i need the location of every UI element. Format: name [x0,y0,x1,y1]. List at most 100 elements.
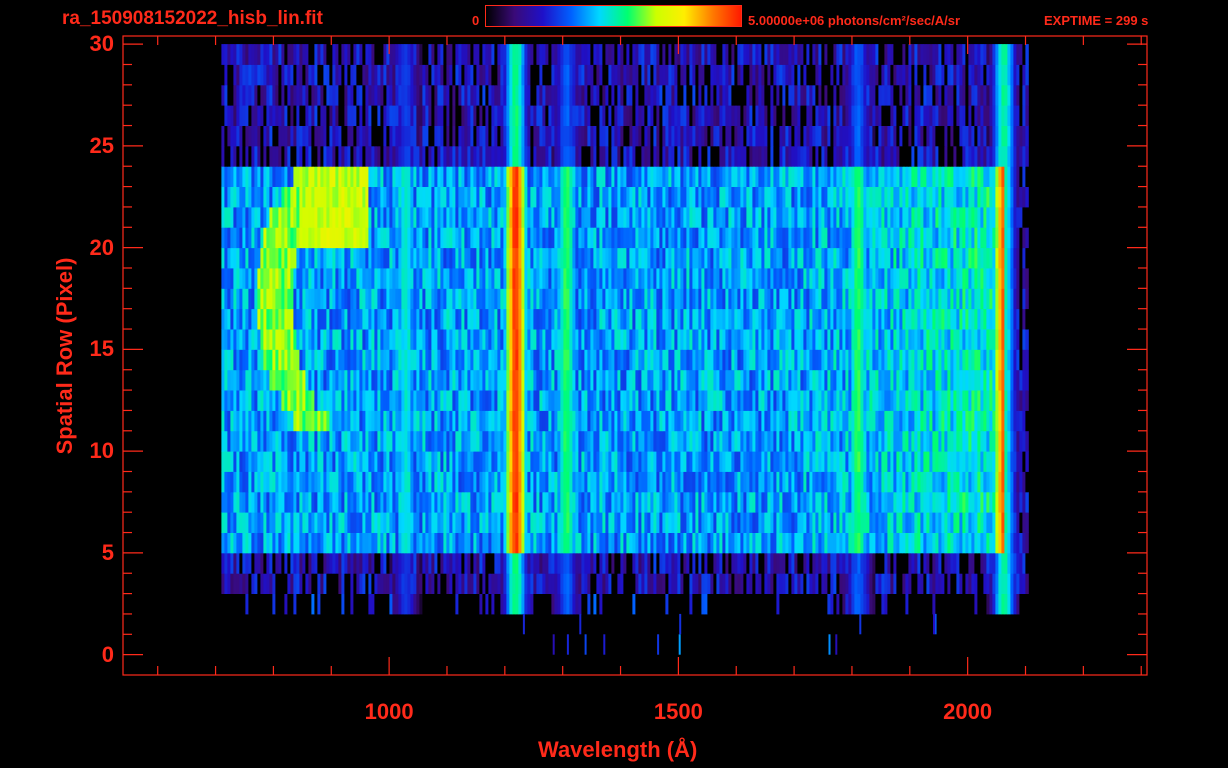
heatmap-cell [476,227,480,249]
heatmap-cell [641,227,645,249]
heatmap-cell [725,593,729,615]
heatmap-cell [695,430,699,452]
heatmap-cell [911,430,915,452]
heatmap-cell [338,308,342,330]
heatmap-cell [575,349,579,371]
heatmap-cell [875,349,879,371]
heatmap-cell [524,491,528,513]
heatmap-cell [932,247,936,269]
heatmap-cell [731,390,735,411]
heatmap-cell [380,512,384,533]
heatmap-cell [827,268,831,289]
heatmap-cell [299,329,303,350]
heatmap-cell [632,593,636,615]
heatmap-cell [833,369,837,391]
heatmap-cell [530,369,534,391]
heatmap-cell [500,410,504,432]
heatmap-cell [650,593,654,615]
heatmap-cell [848,512,852,533]
heatmap-cell [425,369,429,391]
heatmap-cell [650,390,654,411]
heatmap-cell [794,471,798,493]
heatmap-cell [911,410,915,432]
heatmap-cell [248,227,252,249]
heatmap-cell [974,369,978,391]
heatmap-cell [653,573,657,594]
heatmap-cell [668,268,672,289]
heatmap-cell [872,349,876,371]
heatmap-cell [284,227,288,249]
heatmap-cell [356,268,360,289]
heatmap-cell [893,247,897,269]
heatmap-cell [305,227,309,249]
heatmap-cell [353,451,357,472]
heatmap-cell [926,308,930,330]
heatmap-cell [230,410,234,432]
heatmap-cell [272,227,276,249]
heatmap-cell [860,349,864,371]
heatmap-cell [887,247,891,269]
heatmap-cell [419,593,423,615]
heatmap-cell [1025,552,1029,574]
heatmap-cell [770,247,774,269]
heatmap-cell [383,410,387,432]
heatmap-cell [782,308,786,330]
heatmap-cell [758,552,762,574]
heatmap-cell [899,532,903,554]
heatmap-cell [635,471,639,493]
heatmap-cell [956,349,960,371]
heatmap-cell [422,410,426,432]
heatmap-cell [860,390,864,411]
heatmap-cell [461,247,465,269]
heatmap-cell [413,329,417,350]
heatmap-cell [926,288,930,310]
heatmap-cell [869,593,873,615]
heatmap-cell [377,288,381,310]
heatmap-cell [503,369,507,391]
heatmap-cell [815,532,819,554]
heatmap-cell [350,451,354,472]
heatmap-cell [920,451,924,472]
heatmap-cell [506,329,510,350]
heatmap-cell [992,451,996,472]
heatmap-cell [443,532,447,554]
heatmap-cell [551,532,555,554]
heatmap-cell [659,593,663,615]
heatmap-cell [587,593,591,615]
heatmap-cell [596,329,600,350]
heatmap-cell [947,308,951,330]
heatmap-cell [1019,471,1023,493]
heatmap-cell [281,308,285,330]
heatmap-cell [737,410,741,432]
heatmap-cell [641,593,645,615]
heatmap-cell [305,451,309,472]
heatmap-cell [434,227,438,249]
heatmap-cell [1001,247,1005,269]
heatmap-cell [716,593,720,615]
heatmap-cell [488,369,492,391]
heatmap-cell [533,349,537,371]
heatmap-cell [692,268,696,289]
heatmap-cell [689,369,693,391]
heatmap-cell [812,451,816,472]
heatmap-cell [224,573,228,594]
heatmap-cell [965,491,969,513]
heatmap-cell [221,329,225,350]
heatmap-cell [797,329,801,350]
heatmap-cell [992,512,996,533]
heatmap-cell [941,593,945,615]
heatmap-cell [809,491,813,513]
heatmap-cell [245,268,249,289]
heatmap-cell [257,390,261,411]
heatmap-cell [323,349,327,371]
heatmap-cell [590,573,594,594]
heatmap-cell [995,491,999,513]
heatmap-cell [323,451,327,472]
heatmap-cell [824,329,828,350]
heatmap-cell [869,410,873,432]
heatmap-cell [416,329,420,350]
heatmap-cell [821,512,825,533]
heatmap-cell [575,593,579,615]
heatmap-cell [821,329,825,350]
heatmap-cell [314,573,318,594]
